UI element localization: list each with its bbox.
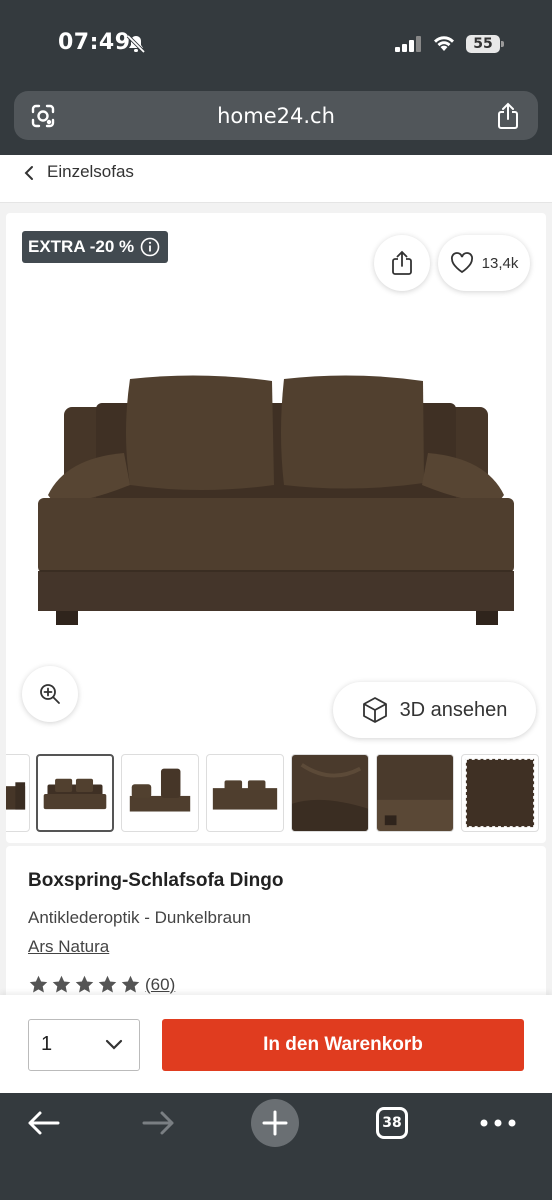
share-icon[interactable] bbox=[496, 102, 520, 130]
url-bar[interactable]: home24.ch bbox=[14, 91, 538, 140]
add-to-cart-button[interactable]: In den Warenkorb bbox=[162, 1019, 524, 1071]
product-gallery: EXTRA -20 % 13,4k 3D ansehen bbox=[6, 213, 546, 843]
new-tab-button[interactable] bbox=[251, 1099, 299, 1147]
status-time: 07:49 bbox=[58, 30, 131, 55]
zoom-button[interactable] bbox=[22, 666, 78, 722]
review-count[interactable]: (60) bbox=[145, 975, 175, 995]
breadcrumb[interactable]: Einzelsofas bbox=[0, 155, 552, 203]
breadcrumb-label[interactable]: Einzelsofas bbox=[47, 162, 134, 182]
star-icon bbox=[52, 975, 71, 993]
brand-link[interactable]: Ars Natura bbox=[28, 937, 109, 957]
chevron-down-icon bbox=[105, 1039, 123, 1050]
thumbnail-strip bbox=[6, 754, 546, 834]
view-3d-label: 3D ansehen bbox=[399, 698, 508, 721]
promo-badge-label: EXTRA -20 % bbox=[28, 237, 135, 256]
chevron-left-icon bbox=[24, 166, 33, 180]
share-icon bbox=[392, 250, 412, 275]
star-icon bbox=[121, 975, 140, 993]
bell-muted-icon bbox=[126, 34, 146, 54]
arrow-left-icon[interactable] bbox=[26, 1110, 60, 1136]
product-title: Boxspring-Schlafsofa Dingo bbox=[28, 870, 284, 891]
thumbnail[interactable] bbox=[121, 754, 199, 832]
zoom-in-icon bbox=[40, 684, 60, 704]
arrow-right-icon[interactable] bbox=[142, 1110, 176, 1136]
view-3d-button[interactable]: 3D ansehen bbox=[333, 682, 536, 738]
battery-indicator: 55 bbox=[466, 35, 504, 53]
plus-icon bbox=[262, 1110, 288, 1136]
star-icon bbox=[29, 975, 48, 993]
heart-icon bbox=[450, 252, 473, 274]
quantity-select[interactable]: 1 bbox=[28, 1019, 140, 1071]
star-icon bbox=[75, 975, 94, 993]
wishlist-count: 13,4k bbox=[481, 254, 519, 272]
product-image[interactable] bbox=[26, 363, 526, 638]
thumbnail[interactable] bbox=[376, 754, 454, 832]
battery-level: 55 bbox=[466, 35, 500, 53]
url-text: home24.ch bbox=[217, 104, 335, 128]
rating[interactable]: (60) bbox=[28, 974, 175, 995]
battery-tip bbox=[501, 41, 504, 47]
thumbnail[interactable] bbox=[291, 754, 369, 832]
promo-badge[interactable]: EXTRA -20 % bbox=[22, 231, 169, 263]
status-bar: 07:49 55 bbox=[0, 0, 552, 88]
tabs-button[interactable]: 38 bbox=[376, 1107, 408, 1139]
more-icon[interactable] bbox=[478, 1113, 518, 1133]
wifi-icon bbox=[434, 36, 454, 51]
product-info: Boxspring-Schlafsofa Dingo Antiklederopt… bbox=[6, 846, 546, 1006]
cube-icon bbox=[362, 697, 387, 723]
wishlist-button[interactable]: 13,4k bbox=[438, 235, 530, 291]
signal-icon bbox=[395, 36, 421, 52]
share-product-button[interactable] bbox=[374, 235, 430, 291]
thumbnail[interactable] bbox=[36, 754, 114, 832]
browser-bottom-nav: 38 bbox=[0, 1093, 552, 1200]
browser-top-chrome: 07:49 55 home24.ch bbox=[0, 0, 552, 155]
product-variant: Antiklederoptik - Dunkelbraun bbox=[28, 908, 252, 927]
thumbnail[interactable] bbox=[6, 754, 30, 832]
thumbnail[interactable] bbox=[206, 754, 284, 832]
thumbnail[interactable] bbox=[461, 754, 539, 832]
quantity-value: 1 bbox=[41, 1033, 53, 1055]
star-icon bbox=[98, 975, 117, 993]
cart-bar: 1 In den Warenkorb bbox=[0, 995, 552, 1093]
info-icon[interactable] bbox=[140, 237, 160, 257]
